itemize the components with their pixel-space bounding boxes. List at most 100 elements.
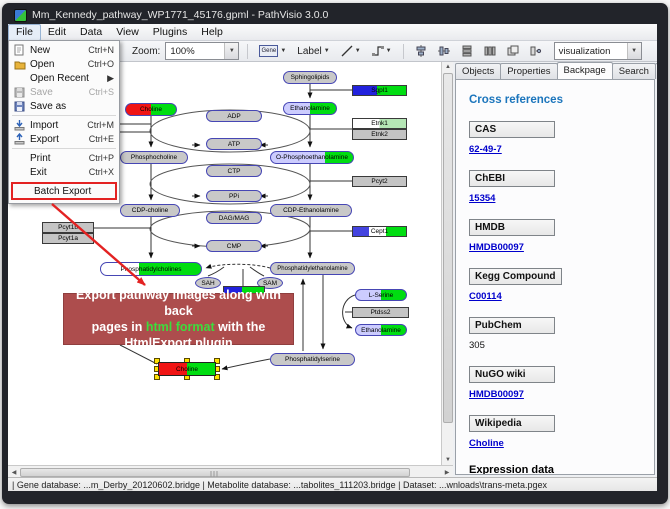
menu-item-export[interactable]: Export Ctrl+E bbox=[9, 132, 119, 146]
menu-item-open[interactable]: Open Ctrl+O bbox=[9, 57, 119, 71]
chevron-down-icon: ▼ bbox=[386, 48, 392, 54]
horizontal-scrollbar-thumb[interactable] bbox=[20, 468, 410, 477]
connector-tool-button[interactable]: ▼ bbox=[369, 43, 395, 60]
menu-item-exit[interactable]: Exit Ctrl+X bbox=[9, 165, 119, 179]
annotation-text: pages in bbox=[92, 320, 146, 334]
chevron-down-icon[interactable]: ▼ bbox=[224, 43, 238, 59]
node-atp[interactable]: ATP bbox=[206, 138, 262, 150]
menu-item-new[interactable]: New Ctrl+N bbox=[9, 43, 119, 57]
align-center-x-button[interactable] bbox=[412, 43, 430, 60]
xref-source-header: NuGO wiki bbox=[469, 366, 555, 383]
label-tool-button[interactable]: Label ▼ bbox=[294, 43, 332, 60]
stack-horizontal-button[interactable] bbox=[481, 43, 499, 60]
scroll-left-icon[interactable]: ◀ bbox=[8, 467, 20, 477]
tab-backpage[interactable]: Backpage bbox=[557, 62, 613, 79]
xref-link[interactable]: HMDB00097 bbox=[469, 242, 654, 253]
xref-section-hmdb: HMDB HMDB00097 bbox=[469, 217, 654, 253]
window-title: Mm_Kennedy_pathway_WP1771_45176.gpml - P… bbox=[32, 9, 328, 21]
node-etnk1[interactable]: Etnk1 bbox=[352, 118, 407, 129]
node-cdp-choline[interactable]: CDP-choline bbox=[120, 204, 180, 217]
xref-link[interactable]: C00114 bbox=[469, 291, 654, 302]
xref-link[interactable]: Choline bbox=[469, 438, 654, 449]
menu-item-save-as[interactable]: Save as bbox=[9, 99, 119, 113]
node-ctp[interactable]: CTP bbox=[206, 165, 262, 177]
xref-link[interactable]: 15354 bbox=[469, 193, 654, 204]
tab-legend[interactable]: Legend bbox=[655, 63, 657, 79]
node-pcyt1b[interactable]: Pcyt1b bbox=[42, 222, 94, 233]
align-center-y-button[interactable] bbox=[435, 43, 453, 60]
label-tool-text: Label bbox=[297, 46, 321, 57]
title-bar[interactable]: Mm_Kennedy_pathway_WP1771_45176.gpml - P… bbox=[8, 6, 662, 24]
menu-plugins[interactable]: Plugins bbox=[146, 25, 194, 40]
scroll-right-icon[interactable]: ▶ bbox=[441, 467, 453, 477]
xref-source-header: HMDB bbox=[469, 219, 555, 236]
stack-vertical-icon bbox=[461, 45, 473, 57]
tab-search[interactable]: Search bbox=[612, 63, 656, 79]
node-phosphocholine[interactable]: Phosphocholine bbox=[120, 151, 188, 164]
node-ethanolamine[interactable]: Ethanolamine bbox=[283, 102, 337, 115]
xref-source-header: Wikipedia bbox=[469, 415, 555, 432]
zoom-combobox[interactable]: 100% ▼ bbox=[165, 42, 239, 60]
sidebar-tabs: Objects Properties Backpage Search Legen… bbox=[455, 63, 655, 79]
annotation-text: HtmlExport plugin bbox=[124, 336, 232, 350]
save-as-icon bbox=[12, 101, 27, 112]
node-ethanolamine-2[interactable]: Ethanolamine bbox=[355, 324, 407, 336]
line-tool-button[interactable]: ▼ bbox=[338, 43, 364, 60]
gene-datanode-button[interactable]: Gene ▼ bbox=[256, 43, 289, 60]
submenu-arrow-icon: ▶ bbox=[101, 73, 114, 84]
menu-edit[interactable]: Edit bbox=[41, 25, 73, 40]
visualization-combobox[interactable]: visualization ▼ bbox=[554, 42, 642, 60]
chevron-down-icon[interactable]: ▼ bbox=[627, 43, 641, 59]
xref-source-header: ChEBI bbox=[469, 170, 555, 187]
node-phosphatidylethanolamine[interactable]: Phosphatidylethanolamine bbox=[270, 262, 355, 275]
node-dag-mag[interactable]: DAG/MAG bbox=[206, 212, 262, 224]
tab-objects[interactable]: Objects bbox=[455, 63, 501, 79]
node-sgpl1[interactable]: Sgpl1 bbox=[352, 85, 407, 96]
menu-help[interactable]: Help bbox=[194, 25, 230, 40]
node-o-phosphoethanolamine[interactable]: O-Phosphoethanolamine bbox=[270, 151, 354, 164]
node-l-serine[interactable]: L-Serine bbox=[355, 289, 407, 301]
node-ptdss2[interactable]: Ptdss2 bbox=[352, 307, 409, 318]
stack-vertical-button[interactable] bbox=[458, 43, 476, 60]
connector-icon bbox=[372, 45, 384, 57]
menu-item-print[interactable]: Print Ctrl+P bbox=[9, 151, 119, 165]
horizontal-scrollbar[interactable]: ◀ ▶ bbox=[8, 465, 453, 477]
status-bar: | Gene database: ...m_Derby_20120602.bri… bbox=[8, 477, 657, 491]
node-cdp-ethanolamine[interactable]: CDP-Ethanolamine bbox=[270, 204, 352, 217]
vertical-scrollbar[interactable]: ▲ ▼ bbox=[441, 62, 453, 465]
menu-data[interactable]: Data bbox=[73, 25, 109, 40]
menu-file[interactable]: File bbox=[8, 24, 41, 41]
node-cmp[interactable]: CMP bbox=[206, 240, 262, 252]
datanode-icon: Gene bbox=[259, 45, 278, 57]
xref-link[interactable]: HMDB00097 bbox=[469, 389, 654, 400]
sidebar: Objects Properties Backpage Search Legen… bbox=[453, 62, 657, 477]
node-sphingolipids[interactable]: Sphingolipids bbox=[283, 71, 337, 84]
xref-link[interactable]: 62-49-7 bbox=[469, 144, 654, 155]
common-size-button[interactable] bbox=[504, 43, 522, 60]
tab-properties[interactable]: Properties bbox=[500, 63, 557, 79]
menu-item-batch-export[interactable]: Batch Export bbox=[13, 184, 115, 198]
node-choline-selected[interactable]: Choline bbox=[158, 362, 216, 376]
node-choline[interactable]: Choline bbox=[125, 103, 177, 116]
node-adp[interactable]: ADP bbox=[206, 110, 262, 122]
vertical-scrollbar-thumb[interactable] bbox=[443, 73, 453, 423]
node-pcyt1a[interactable]: Pcyt1a bbox=[42, 233, 94, 244]
xref-section-cas: CAS 62-49-7 bbox=[469, 119, 654, 155]
menu-item-open-recent[interactable]: Open Recent ▶ bbox=[9, 71, 119, 85]
node-etnk2[interactable]: Etnk2 bbox=[352, 129, 407, 140]
annotation-highlight-text: html format bbox=[146, 320, 215, 334]
node-pcyt2[interactable]: Pcyt2 bbox=[352, 176, 407, 187]
selected-node-group[interactable]: Choline bbox=[154, 358, 224, 380]
xref-value: 305 bbox=[469, 340, 654, 351]
visualization-value: visualization bbox=[555, 46, 627, 57]
node-cept1[interactable]: Cept1 bbox=[352, 226, 407, 237]
menu-view[interactable]: View bbox=[109, 25, 146, 40]
node-ppi[interactable]: PPi bbox=[206, 190, 262, 202]
scale-object-button[interactable] bbox=[527, 43, 545, 60]
app-window: Mm_Kennedy_pathway_WP1771_45176.gpml - P… bbox=[2, 3, 668, 504]
menu-item-import[interactable]: Import Ctrl+M bbox=[9, 118, 119, 132]
xref-source-header: CAS bbox=[469, 121, 555, 138]
file-menu: New Ctrl+N Open Ctrl+O Open Recent ▶ Sav… bbox=[8, 40, 120, 204]
node-phosphatidylserine[interactable]: Phosphatidylserine bbox=[270, 353, 355, 366]
node-phosphatidylcholines[interactable]: Phosphatidylcholines bbox=[100, 262, 202, 276]
